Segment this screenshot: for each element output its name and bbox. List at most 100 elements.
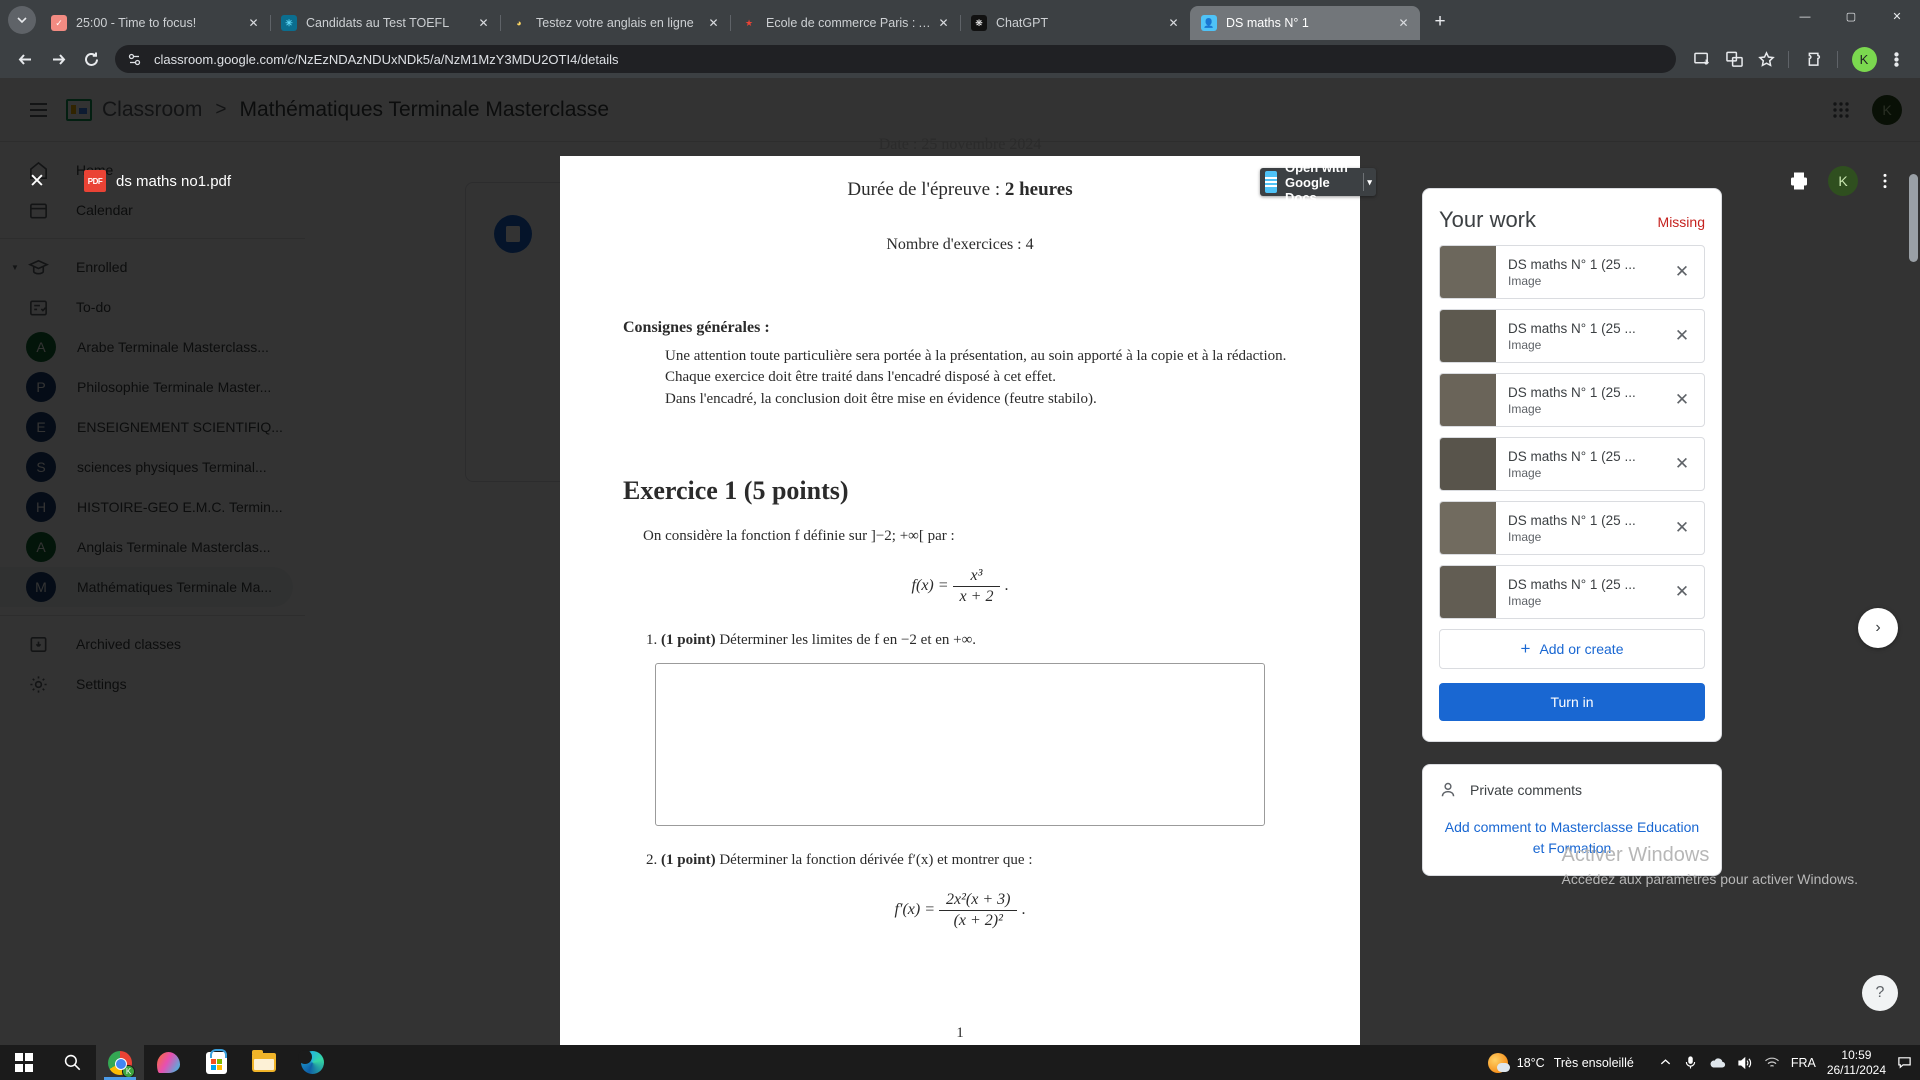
bookmark-star-icon[interactable] — [1752, 45, 1780, 73]
attachment-row[interactable]: DS maths N° 1 (25 ... Image ✕ — [1439, 245, 1705, 299]
weather-widget[interactable]: 18°C Très ensoleillé — [1487, 1052, 1634, 1073]
tab-title: Testez votre anglais en ligne — [536, 16, 694, 30]
tab-5-active[interactable]: 👤 DS maths N° 1 ✕ — [1190, 6, 1420, 40]
close-preview-button[interactable]: ✕ — [20, 164, 54, 198]
page-scrollbar[interactable] — [1909, 174, 1918, 262]
volume-icon[interactable] — [1737, 1056, 1753, 1070]
doc-duration-value: 2 heures — [1004, 179, 1073, 200]
copilot-icon — [156, 1052, 180, 1073]
address-bar[interactable]: classroom.google.com/c/NzEzNDAzNDUxNDk5/… — [115, 45, 1676, 73]
page-content: Classroom > Mathématiques Terminale Mast… — [0, 78, 1920, 1045]
tab-close-icon[interactable]: ✕ — [1165, 15, 1182, 32]
remove-attachment-icon[interactable]: ✕ — [1660, 390, 1704, 410]
translate-icon[interactable] — [1720, 45, 1748, 73]
add-or-create-label: Add or create — [1539, 641, 1624, 657]
copilot-taskbar-button[interactable] — [144, 1045, 192, 1080]
toefl-icon: ✳ — [281, 15, 297, 31]
back-button[interactable] — [10, 44, 40, 74]
attachment-thumbnail — [1440, 566, 1496, 618]
search-button[interactable] — [48, 1045, 96, 1080]
tab-search-button[interactable] — [8, 6, 36, 34]
minimize-button[interactable]: — — [1782, 0, 1828, 33]
attachment-row[interactable]: DS maths N° 1 (25 ... Image ✕ — [1439, 373, 1705, 427]
edge-taskbar-button[interactable] — [288, 1045, 336, 1080]
close-window-button[interactable]: ✕ — [1874, 0, 1920, 33]
tab-title: 25:00 - Time to focus! — [76, 16, 197, 30]
attachment-type: Image — [1508, 337, 1542, 352]
forward-button[interactable] — [43, 44, 73, 74]
google-docs-icon — [1265, 171, 1277, 193]
attachment-row[interactable]: DS maths N° 1 (25 ... Image ✕ — [1439, 309, 1705, 363]
toolbar-divider — [1788, 50, 1789, 68]
remove-attachment-icon[interactable]: ✕ — [1660, 454, 1704, 474]
plus-icon: + — [1520, 639, 1531, 658]
notifications-icon[interactable] — [1897, 1055, 1912, 1070]
remove-attachment-icon[interactable]: ✕ — [1660, 518, 1704, 538]
tab-close-icon[interactable]: ✕ — [475, 15, 492, 32]
doc-duration-label: Durée de l'épreuve : — [847, 179, 1001, 200]
pdf-viewer[interactable]: Date : 25 novembre 2024 Durée de l'épreu… — [560, 136, 1376, 1045]
print-icon[interactable] — [1788, 170, 1810, 192]
taskbar-apps: K — [0, 1045, 336, 1080]
doc-duration: Durée de l'épreuve : 2 heures — [560, 179, 1360, 201]
turn-in-button[interactable]: Turn in — [1439, 683, 1705, 721]
open-with-google-docs-button[interactable]: Open with Google Docs ▾ — [1260, 160, 1376, 205]
profile-avatar[interactable]: K — [1850, 45, 1878, 73]
system-tray: 18°C Très ensoleillé FRA 10:59 26/11/202… — [1487, 1048, 1920, 1077]
screen: ✓ 25:00 - Time to focus! ✕ ✳ Candidats a… — [0, 0, 1920, 1080]
private-comments-header: Private comments — [1439, 781, 1705, 799]
formula-denominator: x + 2 — [959, 587, 994, 605]
add-or-create-button[interactable]: + Add or create — [1439, 629, 1705, 669]
status-badge: Missing — [1657, 214, 1705, 230]
pomodoro-icon: ✓ — [51, 15, 67, 31]
question-text: Déterminer la fonction dérivée f′(x) et … — [719, 851, 1033, 868]
maximize-button[interactable]: ▢ — [1828, 0, 1874, 33]
next-page-arrow[interactable]: › — [1858, 608, 1898, 648]
question-text: Déterminer les limites de f en −2 et en … — [719, 631, 977, 648]
clock-time: 10:59 — [1841, 1048, 1872, 1063]
tab-3[interactable]: ★ Ecole de commerce Paris : Amer ✕ — [730, 6, 961, 40]
formula-period: . — [1021, 901, 1026, 919]
chrome-menu-icon[interactable] — [1882, 45, 1910, 73]
preview-more-menu-icon[interactable] — [1876, 172, 1894, 190]
attachment-type: Image — [1508, 465, 1542, 480]
formula-period: . — [1004, 577, 1009, 595]
tab-close-icon[interactable]: ✕ — [1395, 15, 1412, 32]
help-button[interactable]: ? — [1862, 975, 1898, 1011]
onedrive-icon[interactable] — [1709, 1056, 1726, 1069]
chevron-down-icon[interactable]: ▾ — [1364, 177, 1376, 188]
tab-close-icon[interactable]: ✕ — [705, 15, 722, 32]
microphone-icon[interactable] — [1683, 1055, 1698, 1070]
tab-1[interactable]: ✳ Candidats au Test TOEFL ✕ — [270, 6, 501, 40]
reload-button[interactable] — [76, 44, 106, 74]
remove-attachment-icon[interactable]: ✕ — [1660, 582, 1704, 602]
doc-exercise-title: Exercice 1 (5 points) — [623, 475, 849, 505]
language-indicator[interactable]: FRA — [1791, 1056, 1816, 1070]
microsoft-store-button[interactable] — [192, 1045, 240, 1080]
avatar[interactable]: K — [1828, 166, 1858, 196]
tab-4[interactable]: ❋ ChatGPT ✕ — [960, 6, 1190, 40]
your-work-header: Your work Missing — [1439, 207, 1705, 233]
tab-2[interactable]: ◕ Testez votre anglais en ligne ✕ — [500, 6, 731, 40]
tab-close-icon[interactable]: ✕ — [935, 15, 952, 32]
wifi-icon[interactable] — [1764, 1056, 1780, 1070]
remove-attachment-icon[interactable]: ✕ — [1660, 262, 1704, 282]
clock[interactable]: 10:59 26/11/2024 — [1827, 1048, 1886, 1076]
attachment-row[interactable]: DS maths N° 1 (25 ... Image ✕ — [1439, 437, 1705, 491]
attachment-row[interactable]: DS maths N° 1 (25 ... Image ✕ — [1439, 501, 1705, 555]
tray-overflow-button[interactable] — [1659, 1056, 1672, 1069]
extensions-puzzle-icon[interactable] — [1801, 45, 1829, 73]
site-settings-icon[interactable] — [127, 52, 142, 67]
start-button[interactable] — [0, 1045, 48, 1080]
file-explorer-button[interactable] — [240, 1045, 288, 1080]
tab-0[interactable]: ✓ 25:00 - Time to focus! ✕ — [40, 6, 271, 40]
chrome-taskbar-button[interactable]: K — [96, 1045, 144, 1080]
attachment-row[interactable]: DS maths N° 1 (25 ... Image ✕ — [1439, 565, 1705, 619]
formula-numerator: 2x²(x + 3) — [939, 891, 1018, 911]
install-app-icon[interactable] — [1688, 45, 1716, 73]
tab-close-icon[interactable]: ✕ — [245, 15, 262, 32]
remove-attachment-icon[interactable]: ✕ — [1660, 326, 1704, 346]
weather-description: Très ensoleillé — [1553, 1055, 1634, 1070]
openai-icon: ❋ — [971, 15, 987, 31]
new-tab-button[interactable]: + — [1426, 8, 1454, 36]
